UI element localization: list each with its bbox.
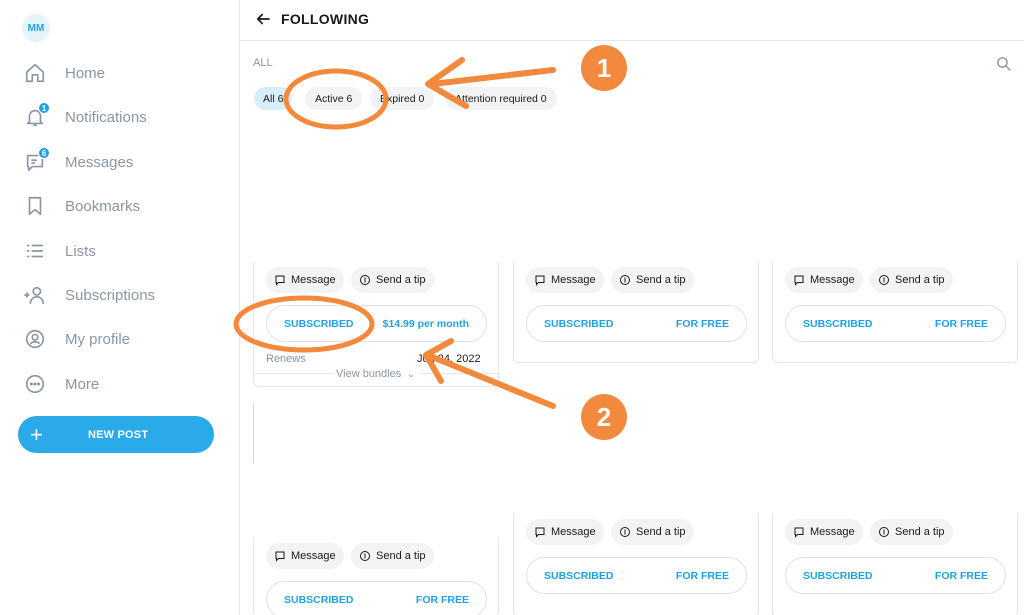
dollar-coin-icon xyxy=(878,274,890,286)
sidebar-item-label: Bookmarks xyxy=(65,197,141,215)
new-post-button[interactable]: + NEW POST xyxy=(18,416,214,453)
view-bundles-link[interactable]: View bundles ⌄ xyxy=(336,368,415,380)
subscribed-button[interactable]: SUBSCRIBED FOR FREE xyxy=(526,305,747,342)
message-button[interactable]: Message xyxy=(526,267,604,293)
subscription-card: Message Send a tip SUBSCRIBED $14.99 per… xyxy=(253,262,500,387)
message-icon xyxy=(793,526,805,538)
section-label: ALL xyxy=(253,57,273,69)
renew-date: Jun 24, 2022 xyxy=(417,353,481,365)
filter-chip-all[interactable]: All 6 xyxy=(254,87,293,110)
send-tip-button[interactable]: Send a tip xyxy=(870,519,953,545)
subscribed-button[interactable]: SUBSCRIBED $14.99 per month xyxy=(266,305,487,342)
sidebar-item-label: Messages xyxy=(65,153,134,171)
bookmark-icon xyxy=(22,193,48,219)
divider xyxy=(254,373,334,374)
sidebar-item-lists[interactable]: Lists xyxy=(22,236,222,266)
sidebar-item-label: Home xyxy=(65,64,106,82)
dollar-coin-icon xyxy=(359,550,371,562)
subscriptions-icon xyxy=(22,282,48,308)
subscription-card: Message Send a tip SUBSCRIBED FOR FREE xyxy=(513,514,759,615)
send-tip-button[interactable]: Send a tip xyxy=(351,543,434,569)
page-title: FOLLOWING xyxy=(281,11,370,27)
dollar-coin-icon xyxy=(878,526,890,538)
message-button[interactable]: Message xyxy=(526,519,604,545)
profile-icon xyxy=(22,326,48,352)
notification-badge: 1 xyxy=(38,102,50,114)
chat-icon: 6 xyxy=(22,147,50,175)
sidebar-item-home[interactable]: Home xyxy=(22,58,222,88)
subscription-card: Message Send a tip SUBSCRIBED FOR FREE xyxy=(253,538,499,615)
annotation-arrow xyxy=(429,67,556,87)
filter-chip-active[interactable]: Active 6 xyxy=(305,87,363,110)
messages-badge: 6 xyxy=(38,147,50,159)
chevron-down-icon: ⌄ xyxy=(407,369,415,379)
message-icon xyxy=(534,274,546,286)
subscribed-button[interactable]: SUBSCRIBED FOR FREE xyxy=(526,557,747,594)
sidebar-item-messages[interactable]: 6 Messages xyxy=(22,147,222,177)
divider xyxy=(420,373,500,374)
sidebar-item-bookmarks[interactable]: Bookmarks xyxy=(22,191,222,221)
subscribed-button[interactable]: SUBSCRIBED FOR FREE xyxy=(785,305,1006,342)
card-border xyxy=(253,403,254,463)
sidebar: MM Home 1 Notifications 6 Messages Bookm… xyxy=(0,0,240,615)
message-icon xyxy=(534,526,546,538)
renews-label: Renews xyxy=(266,353,306,365)
message-button[interactable]: Message xyxy=(266,543,344,569)
dollar-coin-icon xyxy=(359,274,371,286)
subscribed-button[interactable]: SUBSCRIBED FOR FREE xyxy=(266,581,487,615)
send-tip-button[interactable]: Send a tip xyxy=(351,267,434,293)
message-icon xyxy=(793,274,805,286)
bell-icon: 1 xyxy=(22,102,50,130)
message-icon xyxy=(274,274,286,286)
page-header: FOLLOWING xyxy=(240,0,1024,41)
subscription-card: Message Send a tip SUBSCRIBED FOR FREE xyxy=(772,262,1018,363)
sidebar-item-my-profile[interactable]: My profile xyxy=(22,324,222,354)
send-tip-button[interactable]: Send a tip xyxy=(870,267,953,293)
annotation-marker-1: 1 xyxy=(581,45,627,91)
subscribed-button[interactable]: SUBSCRIBED FOR FREE xyxy=(785,557,1006,594)
dollar-coin-icon xyxy=(619,274,631,286)
home-icon xyxy=(22,60,48,86)
send-tip-button[interactable]: Send a tip xyxy=(611,267,694,293)
plus-icon: + xyxy=(30,421,43,447)
search-icon[interactable] xyxy=(995,55,1012,72)
annotation-marker-2: 2 xyxy=(581,394,627,440)
sidebar-item-label: Notifications xyxy=(65,108,147,126)
list-icon xyxy=(22,238,48,264)
dollar-coin-icon xyxy=(619,526,631,538)
sidebar-item-label: More xyxy=(65,375,100,393)
message-button[interactable]: Message xyxy=(785,519,863,545)
sidebar-item-notifications[interactable]: 1 Notifications xyxy=(22,102,222,132)
subscription-card: Message Send a tip SUBSCRIBED FOR FREE xyxy=(772,514,1018,615)
avatar[interactable]: MM xyxy=(22,14,50,42)
sidebar-item-label: Subscriptions xyxy=(65,286,156,304)
subscription-card: Message Send a tip SUBSCRIBED FOR FREE xyxy=(513,262,759,363)
sidebar-item-label: Lists xyxy=(65,242,96,260)
message-button[interactable]: Message xyxy=(266,267,344,293)
back-arrow-icon[interactable] xyxy=(254,10,272,28)
sidebar-item-label: My profile xyxy=(65,330,131,348)
sidebar-item-subscriptions[interactable]: Subscriptions xyxy=(22,280,222,310)
more-icon xyxy=(22,371,48,397)
send-tip-button[interactable]: Send a tip xyxy=(611,519,694,545)
filter-chip-expired[interactable]: Expired 0 xyxy=(370,87,435,110)
message-icon xyxy=(274,550,286,562)
sidebar-item-more[interactable]: More xyxy=(22,369,222,399)
filter-chip-attention-required[interactable]: Attention required 0 xyxy=(445,87,557,110)
message-button[interactable]: Message xyxy=(785,267,863,293)
